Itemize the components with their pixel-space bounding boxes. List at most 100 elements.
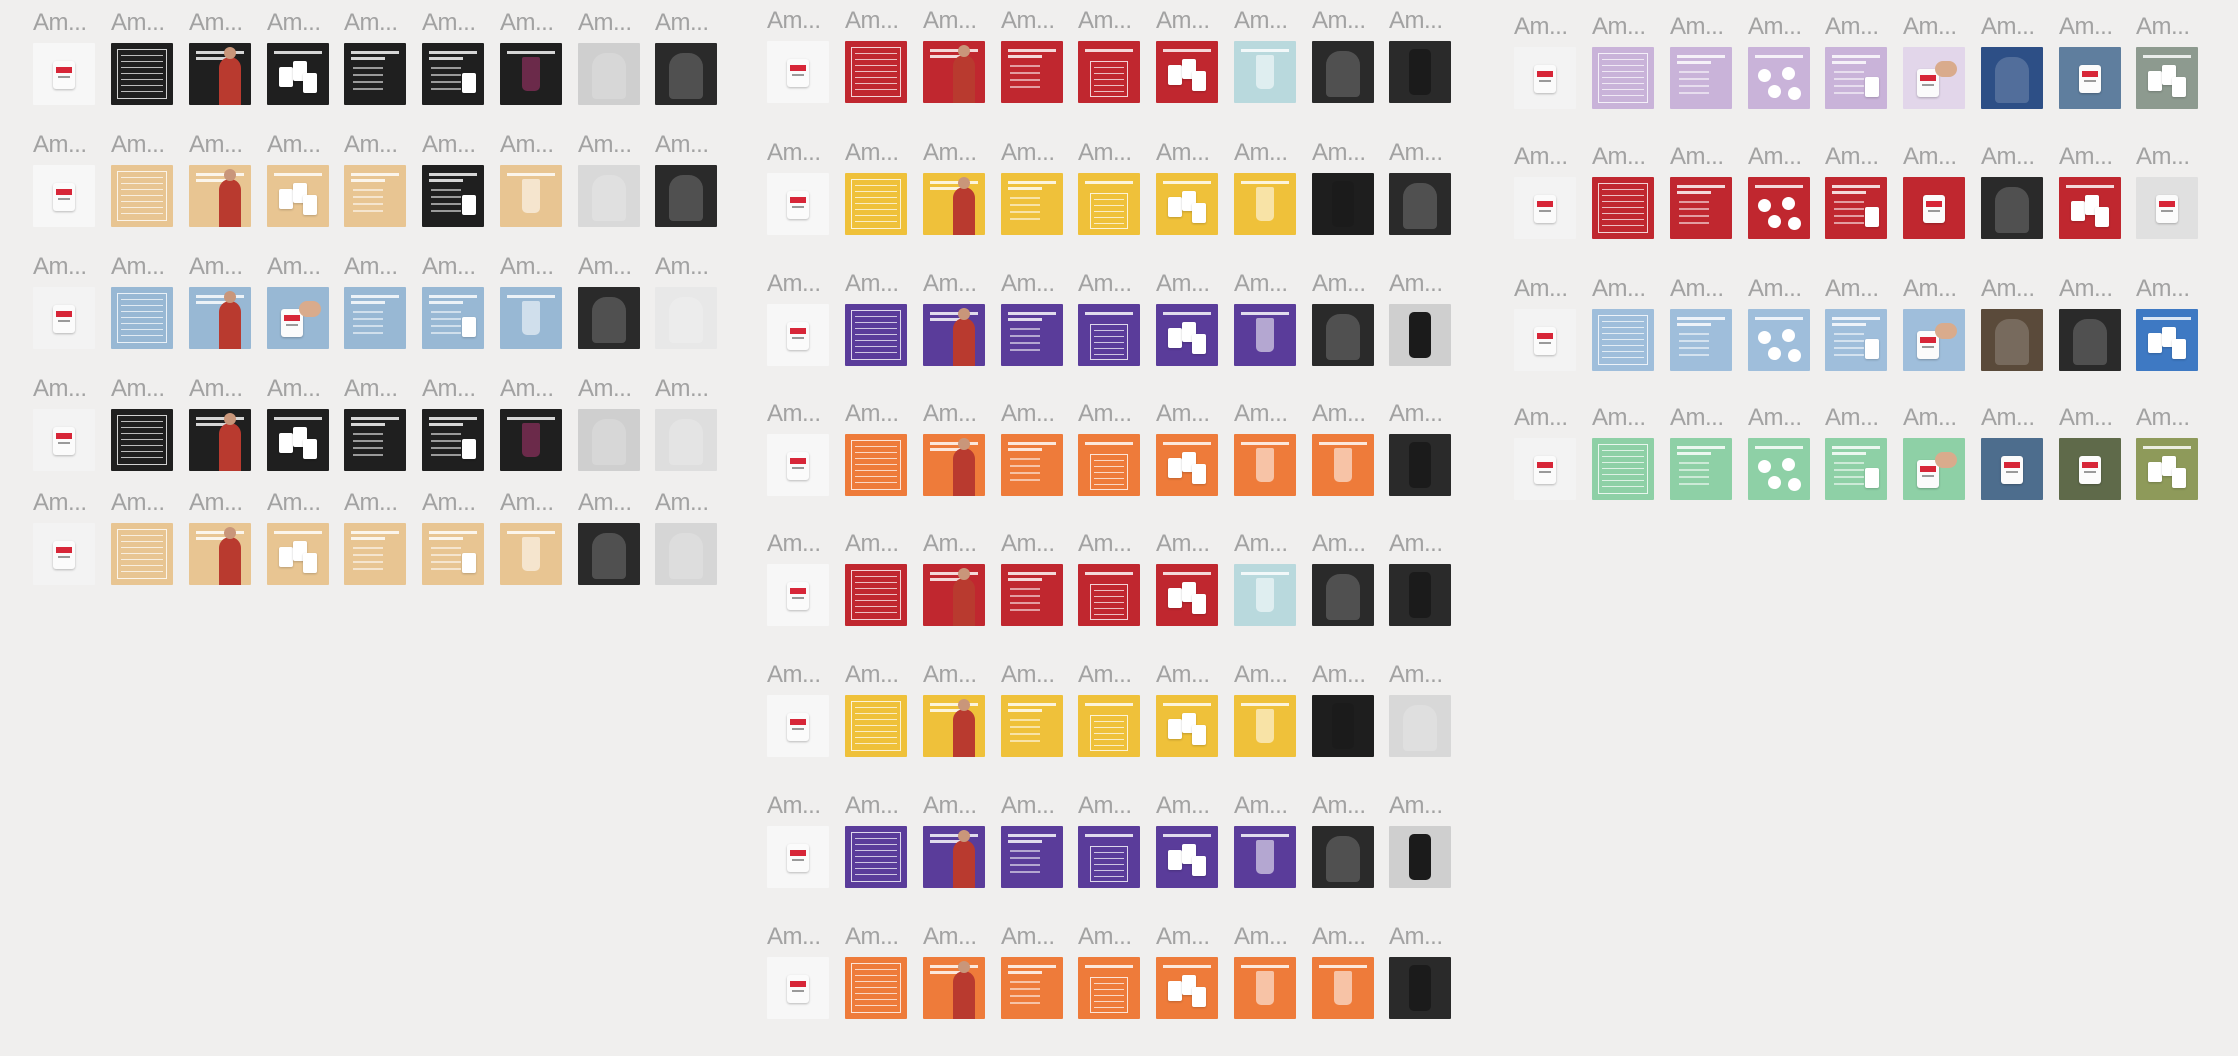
- frame-label[interactable]: Am...: [1156, 793, 1210, 819]
- frame-thumbnail[interactable]: [344, 165, 406, 227]
- frame-thumbnail[interactable]: [767, 304, 829, 366]
- frame-label[interactable]: Am...: [655, 132, 709, 158]
- frame-thumbnail[interactable]: [655, 165, 717, 227]
- frame-label[interactable]: Am...: [1514, 14, 1568, 40]
- frame-thumbnail[interactable]: [1748, 309, 1810, 371]
- frame-label[interactable]: Am...: [500, 132, 554, 158]
- frame-thumbnail[interactable]: [1234, 304, 1296, 366]
- frame-thumbnail[interactable]: [111, 287, 173, 349]
- frame-label[interactable]: Am...: [1389, 271, 1443, 297]
- frame-thumbnail[interactable]: [767, 41, 829, 103]
- frame-label[interactable]: Am...: [1312, 401, 1366, 427]
- frame-thumbnail[interactable]: [1078, 173, 1140, 235]
- frame-thumbnail[interactable]: [2059, 438, 2121, 500]
- frame-thumbnail[interactable]: [500, 43, 562, 105]
- frame-thumbnail[interactable]: [267, 523, 329, 585]
- frame-label[interactable]: Am...: [923, 531, 977, 557]
- frame-label[interactable]: Am...: [767, 401, 821, 427]
- frame-thumbnail[interactable]: [1981, 438, 2043, 500]
- frame-label[interactable]: Am...: [1312, 271, 1366, 297]
- frame-thumbnail[interactable]: [923, 695, 985, 757]
- frame-thumbnail[interactable]: [1156, 826, 1218, 888]
- frame-label[interactable]: Am...: [578, 376, 632, 402]
- frame-thumbnail[interactable]: [845, 41, 907, 103]
- frame-thumbnail[interactable]: [845, 826, 907, 888]
- frame-label[interactable]: Am...: [344, 490, 398, 516]
- frame-thumbnail[interactable]: [1001, 957, 1063, 1019]
- frame-label[interactable]: Am...: [1748, 14, 1802, 40]
- frame-thumbnail[interactable]: [422, 165, 484, 227]
- frame-thumbnail[interactable]: [845, 564, 907, 626]
- frame-label[interactable]: Am...: [1389, 401, 1443, 427]
- frame-thumbnail[interactable]: [1156, 173, 1218, 235]
- frame-thumbnail[interactable]: [2059, 47, 2121, 109]
- frame-label[interactable]: Am...: [767, 662, 821, 688]
- frame-label[interactable]: Am...: [189, 376, 243, 402]
- frame-thumbnail[interactable]: [1078, 957, 1140, 1019]
- frame-label[interactable]: Am...: [1078, 271, 1132, 297]
- frame-thumbnail[interactable]: [1825, 47, 1887, 109]
- frame-label[interactable]: Am...: [1981, 276, 2035, 302]
- frame-thumbnail[interactable]: [1514, 47, 1576, 109]
- frame-thumbnail[interactable]: [267, 287, 329, 349]
- frame-thumbnail[interactable]: [1903, 177, 1965, 239]
- frame-label[interactable]: Am...: [422, 132, 476, 158]
- frame-thumbnail[interactable]: [1389, 564, 1451, 626]
- frame-label[interactable]: Am...: [1903, 144, 1957, 170]
- frame-label[interactable]: Am...: [767, 531, 821, 557]
- frame-label[interactable]: Am...: [923, 8, 977, 34]
- frame-thumbnail[interactable]: [1234, 434, 1296, 496]
- frame-label[interactable]: Am...: [1001, 401, 1055, 427]
- frame-label[interactable]: Am...: [111, 132, 165, 158]
- frame-label[interactable]: Am...: [1670, 14, 1724, 40]
- frame-thumbnail[interactable]: [1234, 826, 1296, 888]
- frame-thumbnail[interactable]: [1903, 309, 1965, 371]
- frame-thumbnail[interactable]: [2059, 309, 2121, 371]
- frame-thumbnail[interactable]: [500, 165, 562, 227]
- frame-thumbnail[interactable]: [422, 409, 484, 471]
- frame-thumbnail[interactable]: [1981, 177, 2043, 239]
- frame-label[interactable]: Am...: [1234, 401, 1288, 427]
- frame-thumbnail[interactable]: [1156, 434, 1218, 496]
- frame-thumbnail[interactable]: [500, 523, 562, 585]
- frame-thumbnail[interactable]: [767, 434, 829, 496]
- frame-label[interactable]: Am...: [189, 10, 243, 36]
- frame-thumbnail[interactable]: [1670, 438, 1732, 500]
- frame-label[interactable]: Am...: [1981, 14, 2035, 40]
- frame-label[interactable]: Am...: [578, 132, 632, 158]
- frame-thumbnail[interactable]: [1389, 826, 1451, 888]
- frame-label[interactable]: Am...: [923, 662, 977, 688]
- frame-thumbnail[interactable]: [1389, 957, 1451, 1019]
- frame-label[interactable]: Am...: [267, 490, 321, 516]
- frame-label[interactable]: Am...: [1312, 793, 1366, 819]
- frame-label[interactable]: Am...: [1312, 8, 1366, 34]
- frame-label[interactable]: Am...: [1389, 924, 1443, 950]
- frame-label[interactable]: Am...: [1001, 793, 1055, 819]
- frame-thumbnail[interactable]: [1748, 177, 1810, 239]
- frame-label[interactable]: Am...: [1312, 662, 1366, 688]
- frame-label[interactable]: Am...: [1592, 276, 1646, 302]
- frame-label[interactable]: Am...: [923, 924, 977, 950]
- frame-thumbnail[interactable]: [1078, 434, 1140, 496]
- frame-thumbnail[interactable]: [189, 43, 251, 105]
- frame-label[interactable]: Am...: [267, 132, 321, 158]
- frame-thumbnail[interactable]: [1078, 826, 1140, 888]
- frame-thumbnail[interactable]: [1156, 41, 1218, 103]
- frame-label[interactable]: Am...: [1670, 405, 1724, 431]
- frame-thumbnail[interactable]: [1234, 41, 1296, 103]
- frame-thumbnail[interactable]: [655, 523, 717, 585]
- frame-thumbnail[interactable]: [923, 173, 985, 235]
- frame-thumbnail[interactable]: [1001, 41, 1063, 103]
- frame-label[interactable]: Am...: [33, 254, 87, 280]
- frame-label[interactable]: Am...: [923, 401, 977, 427]
- frame-label[interactable]: Am...: [1156, 271, 1210, 297]
- frame-label[interactable]: Am...: [1748, 405, 1802, 431]
- frame-label[interactable]: Am...: [767, 924, 821, 950]
- frame-thumbnail[interactable]: [1078, 41, 1140, 103]
- frame-thumbnail[interactable]: [111, 523, 173, 585]
- frame-thumbnail[interactable]: [845, 434, 907, 496]
- frame-thumbnail[interactable]: [189, 165, 251, 227]
- frame-label[interactable]: Am...: [845, 271, 899, 297]
- frame-label[interactable]: Am...: [1234, 140, 1288, 166]
- frame-label[interactable]: Am...: [845, 793, 899, 819]
